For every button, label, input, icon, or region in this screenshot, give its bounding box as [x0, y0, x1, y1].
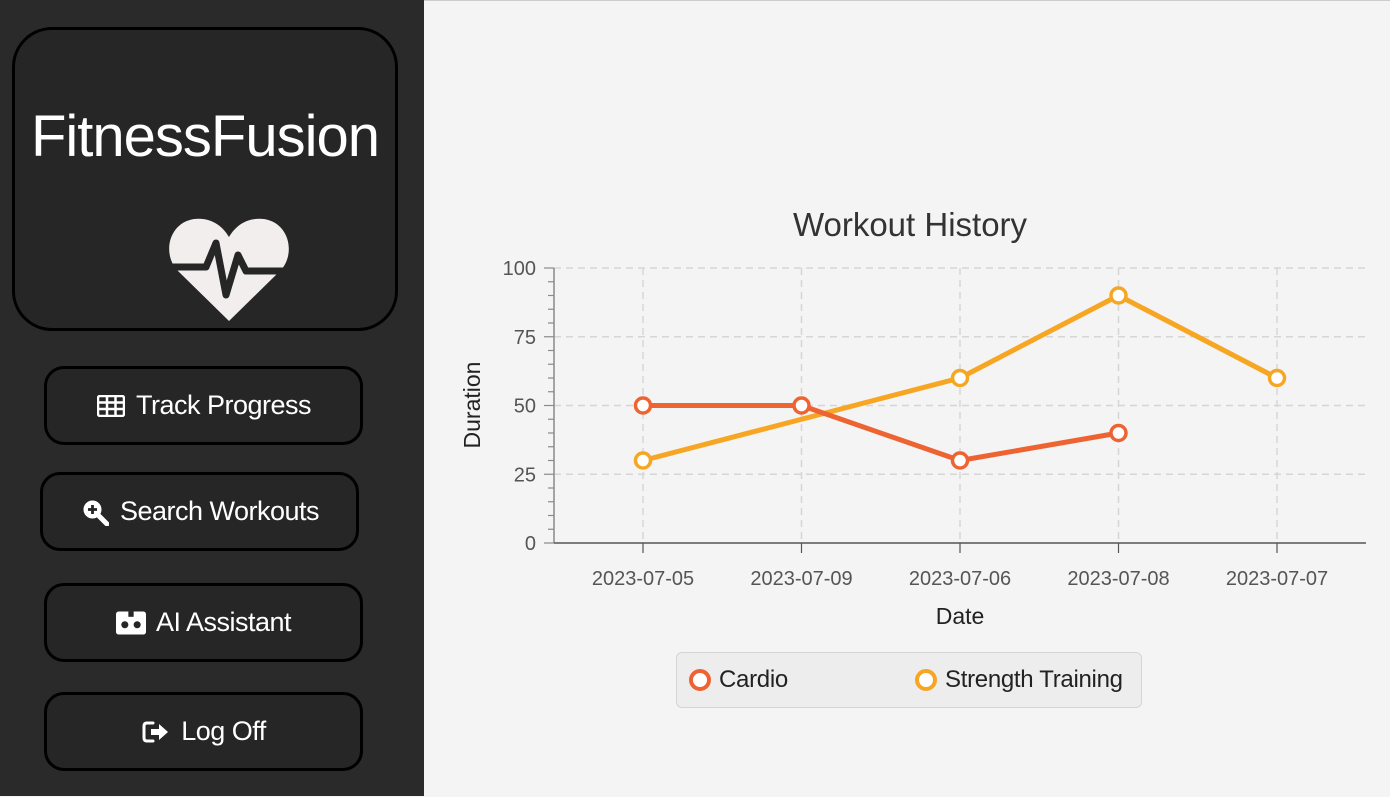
y-axis-label: Duration	[459, 362, 485, 449]
x-tick-label: 2023-07-05	[592, 568, 694, 590]
ai-assistant-button[interactable]: AI Assistant	[44, 583, 363, 662]
x-tick-label: 2023-07-07	[1226, 568, 1328, 590]
x-tick-label: 2023-07-08	[1067, 568, 1169, 590]
cardio-point	[633, 396, 653, 415]
legend-item-cardio: Cardio	[689, 666, 788, 694]
strength-training-point	[950, 368, 970, 388]
x-tick-label: 2023-07-09	[750, 568, 852, 590]
x-tick-label: 2023-07-06	[909, 568, 1011, 590]
table-icon	[96, 391, 126, 421]
chart-title: Workout History	[793, 206, 1028, 243]
cardio-legend-symbol	[689, 669, 711, 691]
app-title: FitnessFusion	[30, 104, 380, 169]
logo-card: FitnessFusion	[12, 27, 398, 331]
search-plus-icon	[80, 497, 110, 527]
log-off-button[interactable]: Log Off	[44, 692, 363, 771]
ai-assistant-label: AI Assistant	[155, 607, 292, 637]
main-panel: Workout History 0 25 50 75 100 2023-07-05 2023-…	[424, 0, 1390, 796]
chart-legend: Cardio Strength Training	[676, 652, 1142, 708]
y-tick-label: 0	[525, 533, 536, 555]
cardio-line	[640, 403, 1121, 463]
sidebar: FitnessFusion Track Progress Search Work…	[0, 0, 424, 796]
strength-training-point	[633, 451, 653, 470]
cardio-point	[792, 396, 811, 415]
search-workouts-button[interactable]: Search Workouts	[40, 472, 359, 551]
track-progress-label: Track Progress	[135, 390, 312, 420]
cardio-point	[1109, 423, 1128, 443]
heart-pulse-icon	[166, 218, 292, 321]
strength-training-point	[1109, 286, 1128, 305]
sign-out-icon	[141, 717, 171, 747]
y-tick-label: 50	[514, 396, 536, 418]
track-progress-button[interactable]: Track Progress	[44, 366, 363, 445]
cardio-point	[950, 451, 970, 470]
y-tick-label: 100	[503, 258, 536, 280]
legend-label-cardio: Cardio	[719, 666, 788, 693]
x-axis-label: Date	[936, 603, 985, 629]
strength-training-legend-symbol	[915, 669, 937, 691]
robot-icon	[115, 608, 146, 638]
y-tick-label: 25	[514, 464, 536, 486]
search-workouts-label: Search Workouts	[119, 496, 320, 526]
legend-item-strength-training: Strength Training	[915, 666, 1123, 694]
log-off-label: Log Off	[181, 716, 266, 746]
y-tick-label: 75	[514, 327, 536, 349]
strength-training-point	[1267, 368, 1287, 388]
legend-label-strength-training: Strength Training	[945, 666, 1123, 693]
